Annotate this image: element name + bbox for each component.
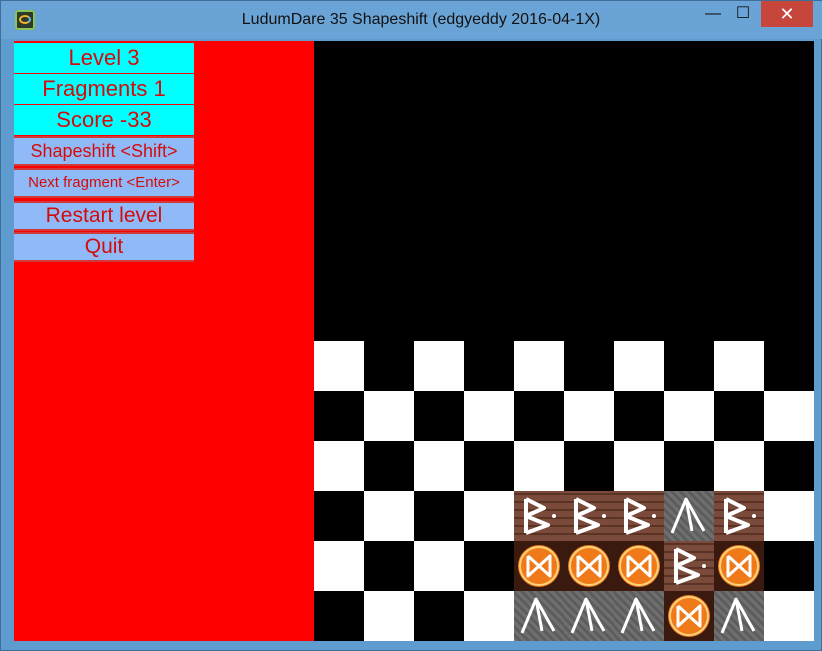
close-button[interactable]: ✕	[761, 1, 813, 27]
board-cell-black[interactable]	[314, 391, 364, 441]
game-window: LudumDare 35 Shapeshift (edgyeddy 2016-0…	[0, 0, 822, 651]
board-cell-white[interactable]	[364, 491, 414, 541]
board-cell-black[interactable]	[664, 441, 714, 491]
board-cell-white[interactable]	[764, 491, 814, 541]
board-cell-black[interactable]	[764, 441, 814, 491]
board-cell-black[interactable]	[414, 491, 464, 541]
level-label: Level 3	[14, 43, 194, 73]
window-title: LudumDare 35 Shapeshift (edgyeddy 2016-0…	[241, 11, 601, 28]
rune-x-circle-icon[interactable]	[564, 541, 614, 591]
board-cell-white[interactable]	[514, 441, 564, 491]
rune-b-icon[interactable]	[664, 541, 714, 591]
board-cell-black[interactable]	[314, 491, 364, 541]
board-cell-white[interactable]	[464, 491, 514, 541]
rune-x-circle-icon[interactable]	[714, 541, 764, 591]
rune-a-icon[interactable]	[614, 591, 664, 641]
next-fragment-button[interactable]: Next fragment <Enter>	[14, 168, 194, 198]
board-cell-white[interactable]	[464, 591, 514, 641]
board-cell-white[interactable]	[414, 441, 464, 491]
board-cell-black[interactable]	[364, 441, 414, 491]
board-cell-black[interactable]	[464, 441, 514, 491]
board-cell-black[interactable]	[664, 341, 714, 391]
board-cell-black[interactable]	[464, 341, 514, 391]
board-cell-white[interactable]	[764, 391, 814, 441]
board-cell-white[interactable]	[414, 541, 464, 591]
board-cell-white[interactable]	[714, 441, 764, 491]
board-cell-black[interactable]	[564, 441, 614, 491]
rune-b-icon[interactable]	[714, 491, 764, 541]
rune-a-icon[interactable]	[514, 591, 564, 641]
board-cell-white[interactable]	[314, 541, 364, 591]
board-cell-white[interactable]	[314, 441, 364, 491]
board-cell-black[interactable]	[364, 541, 414, 591]
maximize-button[interactable]: ☐	[725, 1, 761, 27]
rune-x-circle-icon[interactable]	[664, 591, 714, 641]
rune-x-circle-icon[interactable]	[614, 541, 664, 591]
sidebar-panel: Level 3 Fragments 1 Score -33 Shapeshift…	[14, 41, 314, 641]
board-cell-white[interactable]	[714, 341, 764, 391]
board-cell-white[interactable]	[364, 391, 414, 441]
shapeshift-button[interactable]: Shapeshift <Shift>	[14, 136, 194, 166]
board-cell-white[interactable]	[464, 391, 514, 441]
restart-level-button[interactable]: Restart level	[14, 201, 194, 231]
board-cell-black[interactable]	[414, 591, 464, 641]
board-cell-white[interactable]	[364, 591, 414, 641]
game-board[interactable]	[314, 341, 814, 641]
fragments-label: Fragments 1	[14, 74, 194, 104]
rune-a-icon[interactable]	[664, 491, 714, 541]
rune-b-icon[interactable]	[564, 491, 614, 541]
board-cell-black[interactable]	[564, 341, 614, 391]
title-bar[interactable]: LudumDare 35 Shapeshift (edgyeddy 2016-0…	[1, 1, 822, 39]
board-cell-black[interactable]	[764, 541, 814, 591]
board-cell-white[interactable]	[564, 391, 614, 441]
board-cell-black[interactable]	[514, 391, 564, 441]
score-label: Score -33	[14, 105, 194, 135]
board-cell-black[interactable]	[314, 591, 364, 641]
game-canvas[interactable]: Level 3 Fragments 1 Score -33 Shapeshift…	[14, 41, 814, 641]
board-cell-white[interactable]	[614, 441, 664, 491]
rune-a-icon[interactable]	[714, 591, 764, 641]
board-cell-white[interactable]	[614, 341, 664, 391]
rune-b-icon[interactable]	[514, 491, 564, 541]
rune-a-icon[interactable]	[564, 591, 614, 641]
board-cell-white[interactable]	[314, 341, 364, 391]
board-cell-black[interactable]	[464, 541, 514, 591]
quit-button[interactable]: Quit	[14, 232, 194, 262]
board-cell-white[interactable]	[664, 391, 714, 441]
board-cell-black[interactable]	[364, 341, 414, 391]
board-cell-white[interactable]	[764, 591, 814, 641]
rune-b-icon[interactable]	[614, 491, 664, 541]
board-cell-black[interactable]	[714, 391, 764, 441]
board-cell-black[interactable]	[614, 391, 664, 441]
rune-x-circle-icon[interactable]	[514, 541, 564, 591]
board-cell-white[interactable]	[414, 341, 464, 391]
app-icon[interactable]	[15, 10, 35, 30]
board-cell-black[interactable]	[414, 391, 464, 441]
board-cell-black[interactable]	[764, 341, 814, 391]
board-cell-white[interactable]	[514, 341, 564, 391]
